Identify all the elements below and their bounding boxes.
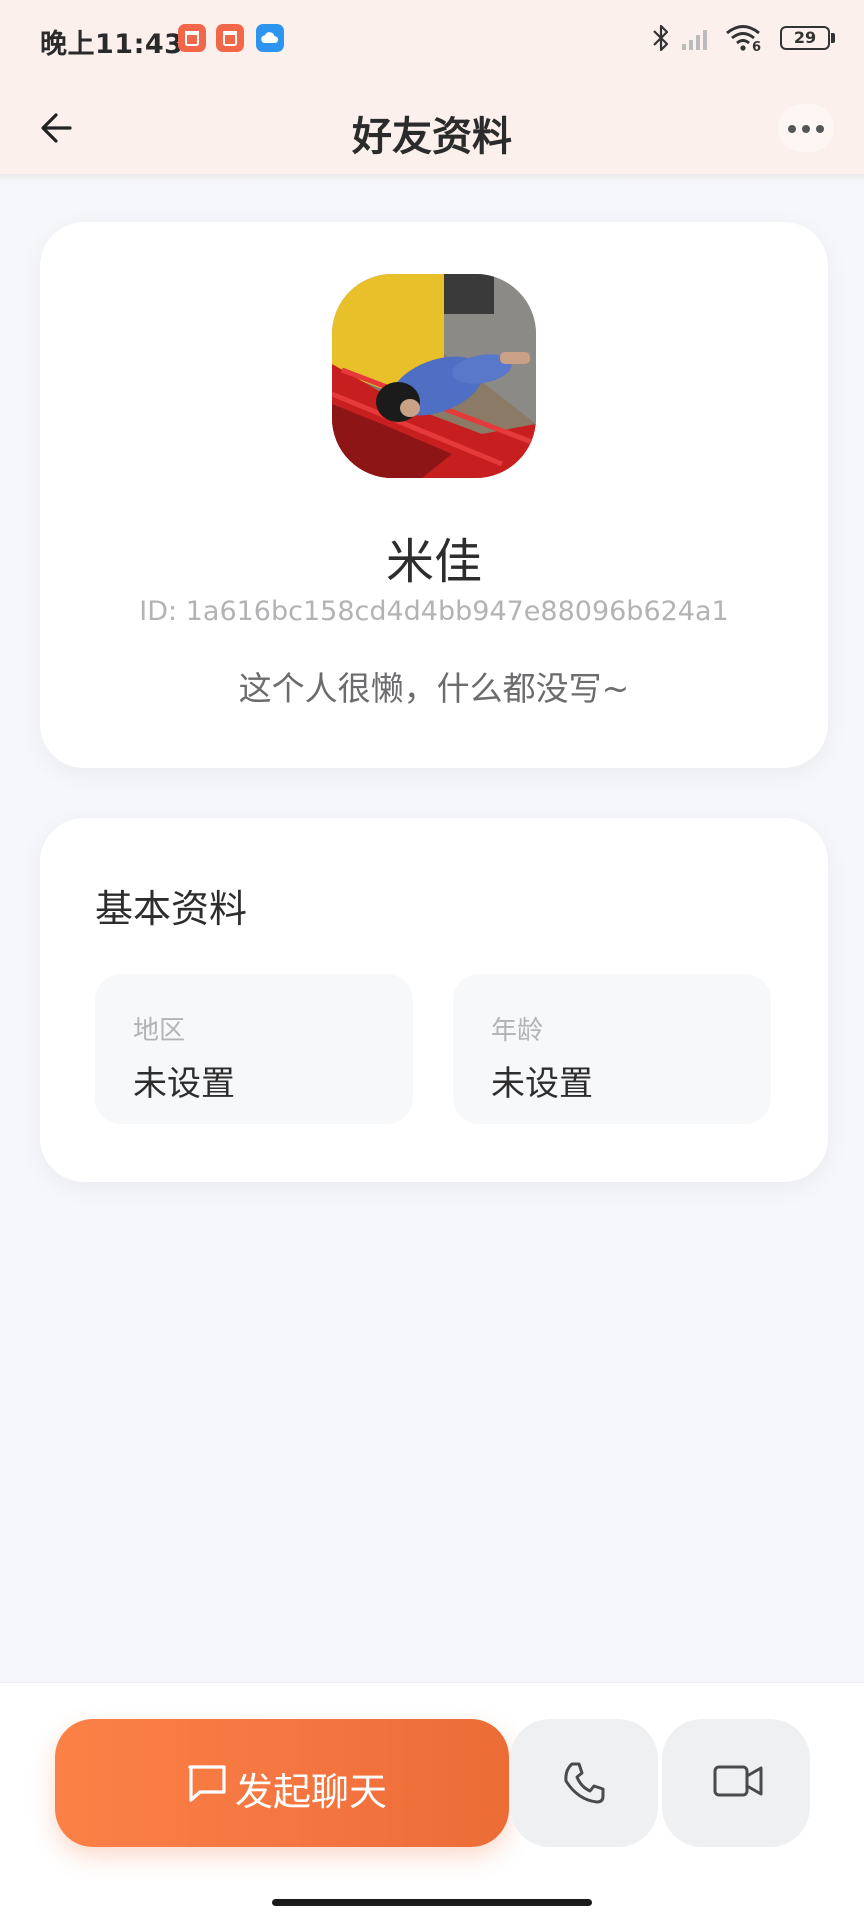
app-notification-icon <box>178 24 206 52</box>
section-title: 基本资料 <box>95 887 248 931</box>
battery-tip <box>831 33 835 43</box>
cloud-app-icon <box>256 24 284 52</box>
info-label: 地区 <box>133 1016 186 1046</box>
info-label: 年龄 <box>491 1016 544 1046</box>
status-time: 晚上11:43 <box>40 29 184 60</box>
profile-id[interactable]: ID: 1a616bc158cd4d4bb947e88096b624a1 <box>40 596 828 627</box>
cellular-signal-icon <box>682 30 707 50</box>
start-chat-button[interactable]: 发起聊天 <box>55 1719 509 1847</box>
video-call-button[interactable] <box>662 1719 810 1847</box>
more-button[interactable] <box>778 104 834 152</box>
header: 好友资料 <box>0 86 864 172</box>
message-square-icon <box>188 1765 226 1802</box>
phone-icon <box>564 1762 605 1804</box>
info-item-region: 地区 未设置 <box>95 974 413 1124</box>
start-chat-label: 发起聊天 <box>235 1770 388 1814</box>
home-indicator[interactable] <box>272 1899 592 1906</box>
bluetooth-icon <box>653 24 669 52</box>
info-value: 未设置 <box>491 1064 593 1104</box>
more-dots-icon <box>788 125 796 133</box>
basic-info-card: 基本资料 地区 未设置 年龄 未设置 <box>40 818 828 1182</box>
status-bar: 晚上11:43 6 29 <box>0 0 864 76</box>
bottom-action-bar: 发起聊天 <box>0 1682 864 1920</box>
page-title: 好友资料 <box>352 114 512 160</box>
avatar[interactable] <box>332 274 536 478</box>
battery-icon: 29 <box>780 26 830 50</box>
profile-name: 米佳 <box>385 534 482 590</box>
top-area: 晚上11:43 6 29 好友资料 <box>0 0 864 176</box>
voice-call-button[interactable] <box>510 1719 658 1847</box>
profile-card: 米佳 ID: 1a616bc158cd4d4bb947e88096b624a1 … <box>40 222 828 768</box>
profile-bio: 这个人很懒，什么都没写~ <box>238 669 630 708</box>
header-divider <box>0 174 864 182</box>
info-value: 未设置 <box>133 1064 235 1104</box>
info-item-age: 年龄 未设置 <box>453 974 771 1124</box>
video-camera-icon <box>713 1765 763 1797</box>
network-badge: 6 <box>752 40 762 55</box>
app-notification-icon <box>216 24 244 52</box>
